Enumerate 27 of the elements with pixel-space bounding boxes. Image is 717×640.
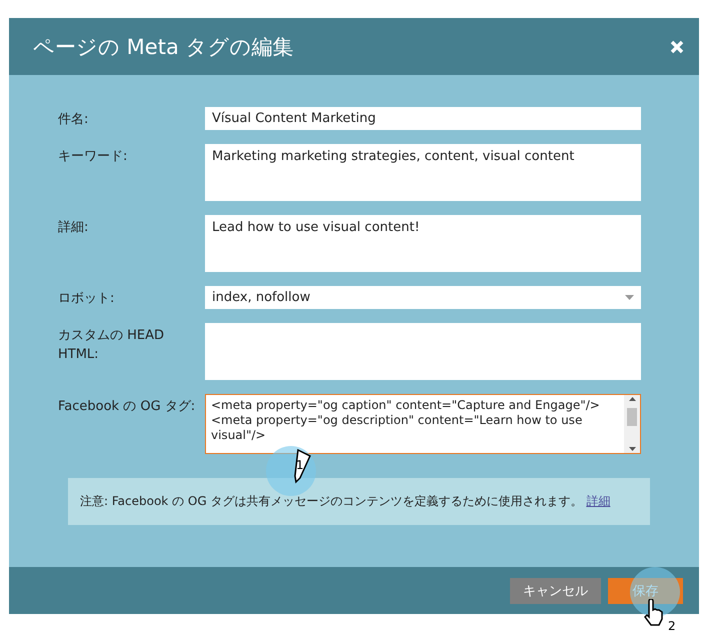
cancel-button[interactable]: キャンセル xyxy=(510,578,601,604)
dropdown-field[interactable]: index, nofollow xyxy=(205,286,641,309)
dialog-title: ページの Meta タグの編集 xyxy=(33,34,294,60)
note-text: 注意: Facebook の OG タグは共有メッセージのコンテンツを定義するために使用されます。 詳細 xyxy=(80,494,610,508)
field-label: Facebook の OG タグ: xyxy=(58,398,196,416)
code-line: <meta property="og caption" content="Capture and Engage"/> xyxy=(211,398,601,413)
caret-icon xyxy=(625,295,634,300)
code-line: <meta property="og description" content="Learn how to use visual"/> xyxy=(211,413,584,443)
field-label: カスタムの HEAD HTML: xyxy=(58,327,166,364)
text-area[interactable]: Lead how to use visual content! xyxy=(205,215,641,272)
step-number: 2 xyxy=(668,619,676,633)
scroll-up-icon xyxy=(628,397,636,401)
hand-cursor-icon xyxy=(642,599,666,627)
step-number: 1 xyxy=(296,458,304,472)
scrollbar[interactable] xyxy=(624,395,640,453)
field-label: キーワード: xyxy=(58,148,128,166)
details-link[interactable]: 詳細 xyxy=(586,494,610,508)
field-label: 詳細: xyxy=(58,219,90,237)
highlight-circle xyxy=(630,567,680,617)
text-field[interactable]: Vísual Content Marketing xyxy=(205,107,641,130)
field-label: ロボット: xyxy=(58,290,116,308)
scroll-down-icon xyxy=(628,447,636,451)
text-area[interactable]: Marketing marketing strategies, content, visual content xyxy=(205,144,641,201)
code-area[interactable]: <meta property="og caption" content="Capture and Engage"/> <meta property="og description" content="Learn how to use visual"/> xyxy=(205,394,641,454)
close-icon xyxy=(670,40,684,54)
field-label: 件名: xyxy=(58,111,90,129)
dropdown-value: index, nofollow xyxy=(212,289,310,306)
